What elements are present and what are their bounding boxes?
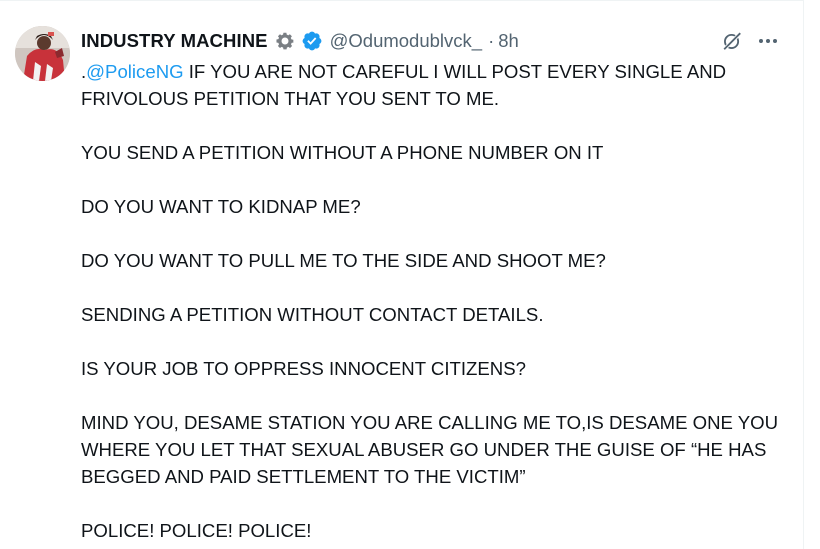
avatar-image [15,26,70,81]
author-handle[interactable]: @Odumodublvck_ [330,30,482,52]
avatar[interactable] [15,26,70,81]
tweet-paragraph: MIND YOU, DESAME STATION YOU ARE CALLING… [81,412,779,487]
gear-icon [274,30,296,52]
mention-link[interactable]: @PoliceNG [86,61,183,82]
verified-badge-icon[interactable] [301,30,323,52]
tweet-paragraph: .@PoliceNG IF YOU ARE NOT CAREFUL I WILL… [81,58,791,112]
header-separator: · [488,30,495,51]
more-icon[interactable] [757,31,779,51]
tweet-paragraph: POLICE! POLICE! POLICE! [81,520,312,541]
tweet-timestamp[interactable]: 8h [498,30,519,52]
author-name[interactable]: INDUSTRY MACHINE [81,30,268,52]
tweet-paragraph: SENDING A PETITION WITHOUT CONTACT DETAI… [81,304,544,325]
grok-icon[interactable] [721,30,743,52]
tweet-paragraph: YOU SEND A PETITION WITHOUT A PHONE NUMB… [81,142,604,163]
tweet-text: .@PoliceNG IF YOU ARE NOT CAREFUL I WILL… [81,58,791,549]
tweet-card[interactable]: INDUSTRY MACHINE @Odumodublvck_ · 8h .@P… [0,0,804,549]
tweet-header: INDUSTRY MACHINE @Odumodublvck_ · 8h [81,28,519,54]
tweet-paragraph: DO YOU WANT TO PULL ME TO THE SIDE AND S… [81,250,606,271]
tweet-paragraph: DO YOU WANT TO KIDNAP ME? [81,196,361,217]
tweet-paragraph: IS YOUR JOB TO OPPRESS INNOCENT CITIZENS… [81,358,526,379]
